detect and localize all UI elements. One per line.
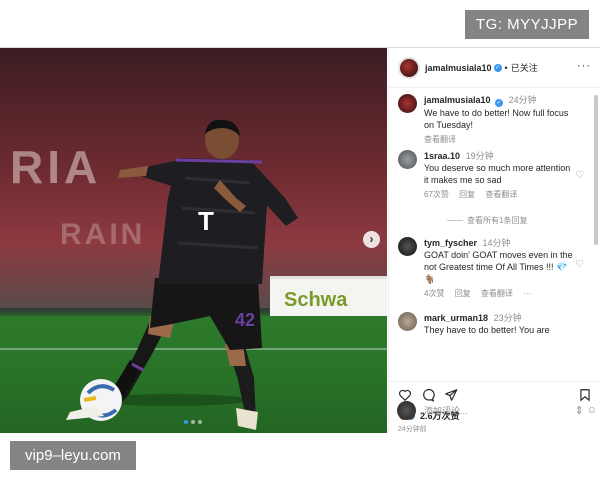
comment-body: jamalmusiala10 ✓ 24分钟 We have to do bett…: [424, 94, 574, 146]
post-date: 24分钟前: [398, 426, 427, 433]
comment-avatar[interactable]: [398, 94, 417, 113]
next-photo-button[interactable]: ›: [363, 231, 380, 248]
comment-like-heart-icon[interactable]: ♡: [575, 170, 584, 181]
carousel-dot-3: [198, 420, 202, 424]
watermark-top: TG: MYYJJPP: [465, 10, 589, 39]
football-accent: [83, 396, 97, 402]
comment-username[interactable]: 1sraa.10: [424, 151, 460, 161]
comment-meta: 67次赞 回复 查看翻译: [424, 189, 574, 201]
reply-link[interactable]: 回复: [459, 190, 475, 199]
post-photo[interactable]: RIA RAIN Schwa 42 T ›: [0, 48, 387, 433]
shirt-trim: [175, 158, 263, 164]
comment-time: 14分钟: [482, 238, 511, 248]
header-separator: •: [504, 62, 508, 73]
verified-icon: ✓: [495, 99, 504, 107]
comment-avatar[interactable]: [398, 237, 417, 256]
post-header: jamalmusiala10 ✓ • 已关注 ···: [389, 48, 600, 88]
instagram-post: RIA RAIN Schwa 42 T › jamalmusiala10 ✓ •…: [0, 47, 600, 433]
comment-text: We have to do better! Now full focus on …: [424, 108, 569, 130]
comment-body: tym_fyscher 14分钟 GOAT doin' GOAT moves e…: [424, 237, 574, 300]
comment-text: You deserve so much more attention it ma…: [424, 163, 571, 185]
comment-avatar[interactable]: [398, 150, 417, 169]
comment-username[interactable]: mark_urman18: [424, 313, 488, 323]
reply-link[interactable]: 回复: [455, 289, 471, 298]
comment-like-count[interactable]: 4次赞: [424, 289, 444, 298]
follow-status-button[interactable]: 已关注: [511, 61, 538, 74]
watermark-bottom: vip9–leyu.com: [10, 441, 136, 470]
emoji-picker-icon[interactable]: ☺: [587, 405, 597, 416]
comment-body: mark_urman18 23分钟 They have to do better…: [424, 312, 574, 336]
add-comment-input[interactable]: 添加评论...: [424, 404, 575, 417]
verified-icon: ✓: [493, 63, 502, 72]
comment-meta: 查看翻译: [424, 134, 574, 146]
emoji-icon[interactable]: ⇕: [575, 404, 584, 417]
shirt-logo: T: [198, 206, 214, 236]
comment-more-icon[interactable]: ···: [523, 289, 531, 298]
player-figure: 42 T: [66, 119, 298, 430]
comment-like-heart-icon[interactable]: ♡: [575, 259, 584, 270]
comment-username[interactable]: jamalmusiala10: [424, 95, 491, 105]
comment-time: 19分钟: [465, 151, 494, 161]
comment-text: They have to do better! You are: [424, 325, 550, 335]
carousel-dot-1: [184, 420, 188, 424]
comment-time: 24分钟: [508, 95, 537, 105]
comment-text: GOAT doin' GOAT moves even in the not Gr…: [424, 250, 573, 284]
comment-username[interactable]: tym_fyscher: [424, 238, 477, 248]
comment-meta: 4次赞 回复 查看翻译 ···: [424, 288, 574, 300]
comment-like-count[interactable]: 67次赞: [424, 190, 449, 199]
comment-avatar[interactable]: [398, 312, 417, 331]
see-translation-link[interactable]: 查看翻译: [424, 135, 456, 144]
view-replies-link[interactable]: 查看所有1条回复: [447, 215, 527, 226]
carousel-dot-2: [191, 420, 195, 424]
comments-list[interactable]: jamalmusiala10 ✓ 24分钟 We have to do bett…: [389, 89, 600, 379]
shorts-number: 42: [235, 310, 255, 330]
comments-scrollbar[interactable]: [594, 95, 598, 245]
more-options-icon[interactable]: ···: [577, 60, 591, 72]
comment-body: 1sraa.10 19分钟 You deserve so much more a…: [424, 150, 574, 201]
see-translation-link[interactable]: 查看翻译: [481, 289, 513, 298]
see-translation-link[interactable]: 查看翻译: [485, 190, 517, 199]
carousel-dots: [184, 420, 202, 424]
current-user-avatar: [397, 400, 416, 420]
comment-time: 23分钟: [493, 313, 522, 323]
author-username[interactable]: jamalmusiala10: [425, 63, 492, 73]
add-comment-row: 添加评论... ⇕ ☺: [397, 395, 597, 425]
author-avatar[interactable]: [398, 56, 420, 79]
post-sidebar: jamalmusiala10 ✓ • 已关注 ··· jamalmusiala1…: [388, 48, 600, 433]
